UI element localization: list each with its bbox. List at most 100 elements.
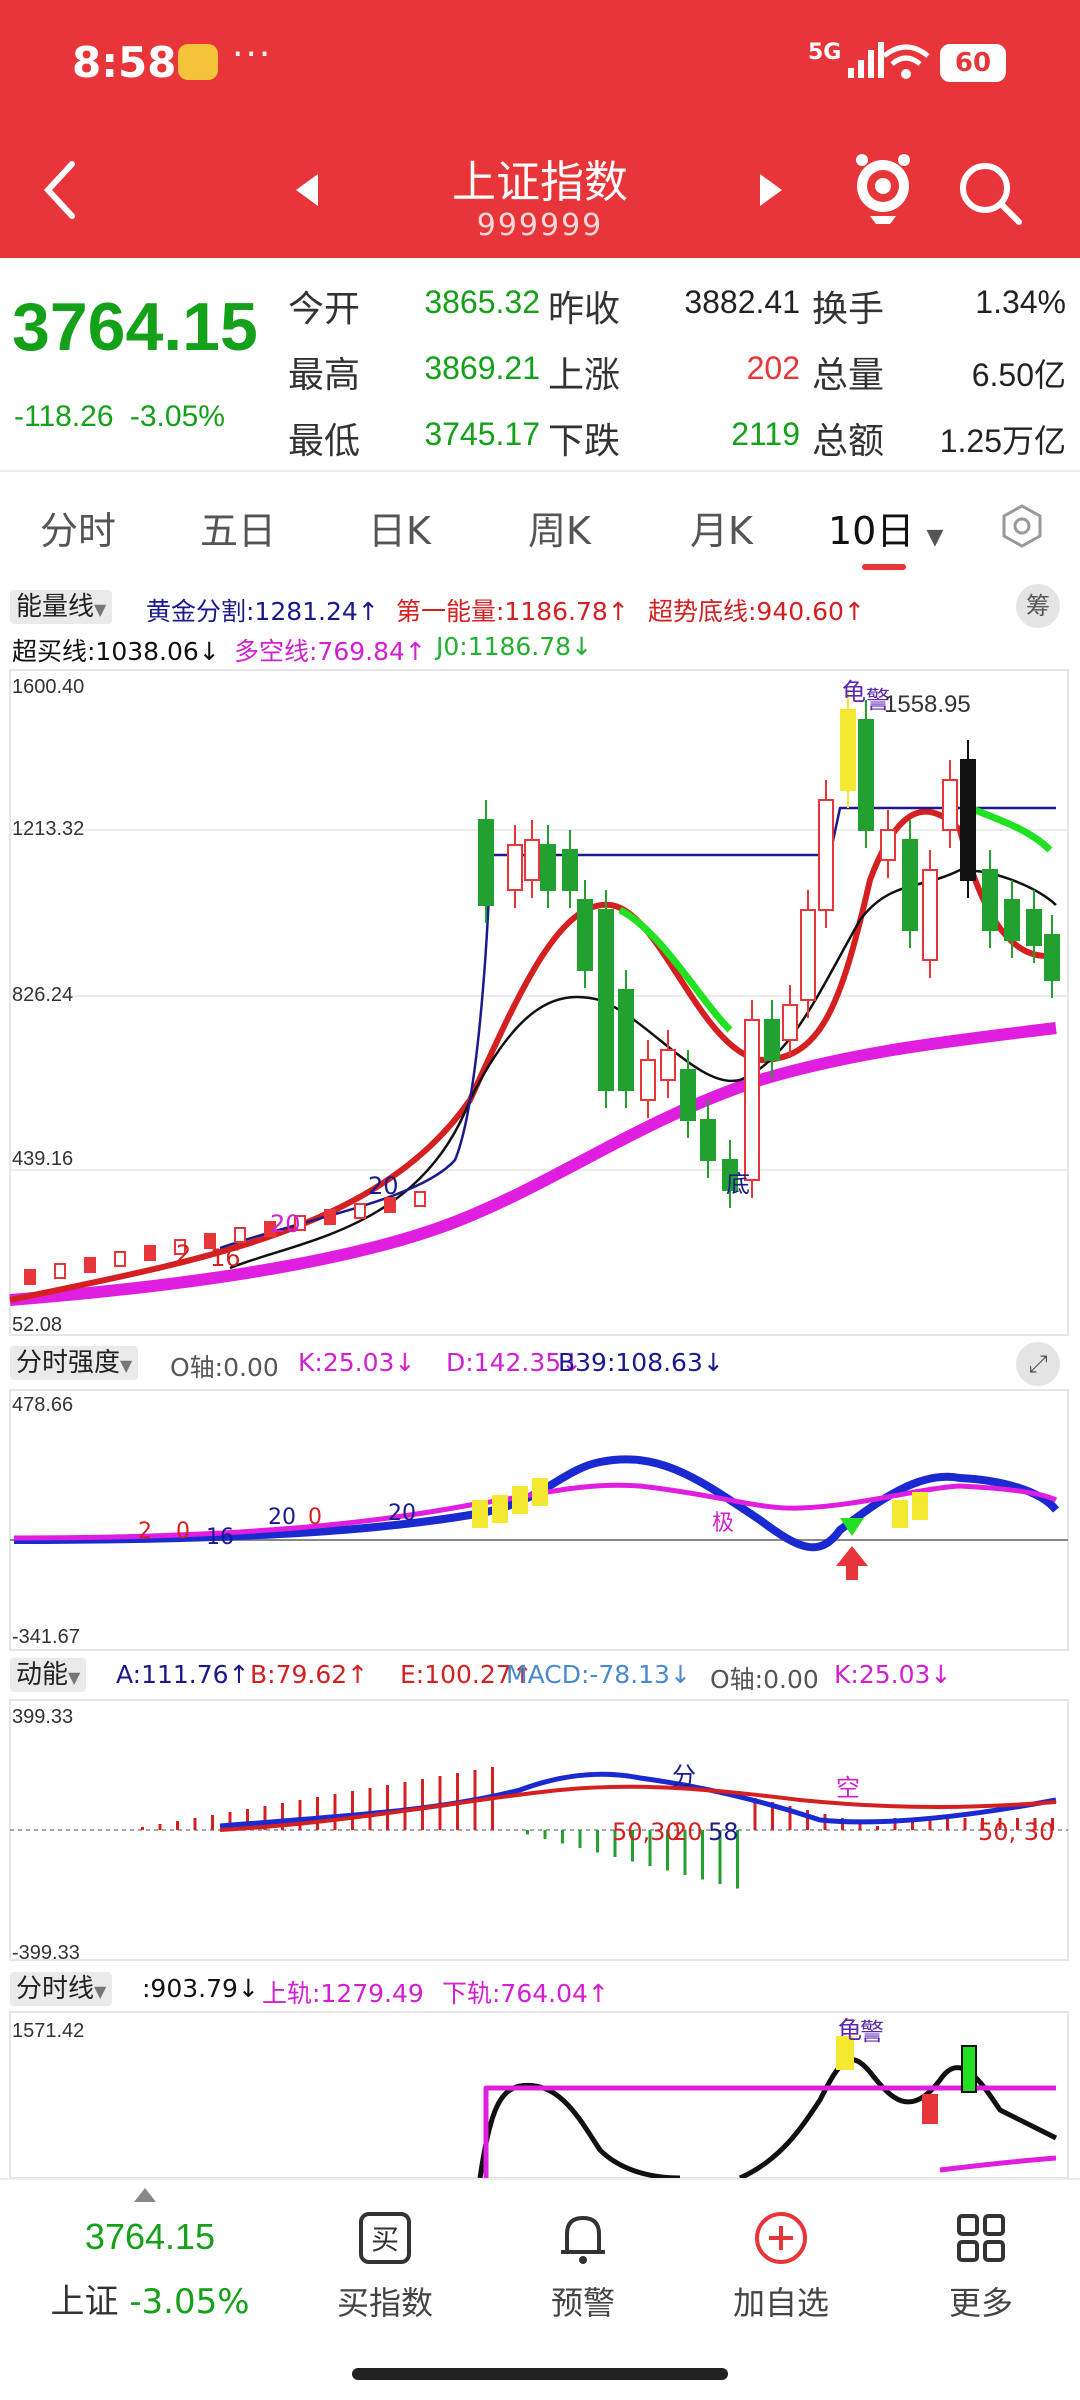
chip-distribution-button[interactable]: 筹 <box>1016 584 1060 628</box>
candle-body <box>618 989 634 1091</box>
candle-body <box>577 899 593 971</box>
buy-icon: 买 <box>359 2212 411 2264</box>
strength-annotation: 0 <box>176 1519 190 1544</box>
panel-frame <box>9 1389 1069 1651</box>
chart-annotation: 20 <box>368 1172 399 1200</box>
strength-bar <box>912 1492 928 1520</box>
strength-annotation: 2 <box>138 1519 152 1544</box>
momentum-annotation: 20 <box>672 1818 703 1846</box>
indicator-value: K:25.03↓ <box>834 1660 952 1689</box>
candle-body <box>562 849 578 891</box>
caret-up-icon[interactable] <box>134 2188 156 2202</box>
search-icon[interactable] <box>955 158 1025 228</box>
momentum-annotation: 50, 30 <box>978 1818 1054 1846</box>
app-header: 8:58 ··· 5G 60 上证指数 999999 <box>0 0 1080 258</box>
momentum-indicator-name: 动能 <box>16 1660 69 1690</box>
intraday-indicator-name: 分时线 <box>16 1974 95 2004</box>
candle-body <box>384 1197 396 1213</box>
candle-body <box>858 719 874 831</box>
next-index-icon[interactable] <box>756 172 786 208</box>
toolbar-price[interactable]: 3764.15 <box>60 2216 240 2258</box>
buy-icon-glyph: 买 <box>371 2223 399 2256</box>
momentum-annotation: 分 <box>672 1762 696 1790</box>
indicator-value: B:79.62↑ <box>250 1660 369 1689</box>
quote-label: 下跌 <box>548 421 621 462</box>
candle-body <box>942 779 958 831</box>
momentum-indicator-selector[interactable]: 动能▼ <box>10 1658 87 1692</box>
buy-signal-arrow-icon <box>836 1546 868 1580</box>
candle-body <box>818 799 834 911</box>
quote-value: 3865.32 <box>424 284 540 320</box>
indicator-value: :903.79↓ <box>142 1974 259 2003</box>
tab-weekly-k[interactable]: 周K <box>528 500 591 555</box>
intraday-indicator-selector[interactable]: 分时线▼ <box>10 1972 113 2006</box>
buy-index-button[interactable]: 买 买指数 <box>310 2200 460 2350</box>
chevron-down-icon: ▼ <box>926 525 944 550</box>
energy-axis-bottom: 52.08 <box>12 1314 63 1336</box>
quote-label: 总量 <box>812 355 885 396</box>
candle-body <box>880 829 896 861</box>
bottom-toolbar: 3764.15 上证 -3.05% 买 买指数 预警 加自选 更多 <box>0 2178 1080 2400</box>
tab-intraday[interactable]: 分时 <box>40 500 116 555</box>
chart-annotation: 20 <box>270 1210 301 1238</box>
candle-body <box>640 1059 656 1101</box>
indicator-value: O轴:0.00 <box>170 1353 279 1382</box>
candle-body <box>478 819 494 906</box>
panel-frame <box>9 669 1069 1336</box>
battery-indicator: 60 <box>940 44 1006 82</box>
indicator-value: 第一能量:1186.78↑ <box>396 597 629 626</box>
intraday-lower-band <box>939 2155 1057 2173</box>
tab-five-day[interactable]: 五日 <box>200 500 276 555</box>
candle-body <box>660 1049 676 1081</box>
strength-annotation: 0 <box>308 1505 322 1530</box>
momentum-annotation: 50,30 <box>612 1818 681 1846</box>
chart-annotation: 龟 <box>842 678 866 706</box>
more-grid-icon <box>957 2214 1005 2262</box>
strength-bar <box>512 1486 528 1514</box>
index-code: 999999 <box>476 208 604 243</box>
prev-index-icon[interactable] <box>292 172 322 208</box>
quote-label: 换手 <box>812 289 885 330</box>
chart-annotation: 底 <box>726 1170 750 1198</box>
momentum-annotation: 58 <box>708 1818 739 1846</box>
multi-short-line <box>9 1022 1057 1306</box>
quote-label: 今开 <box>288 289 361 330</box>
kline-chart[interactable]: 龟警底20202 161558.952 0 1620 0 20 极分 空50,3020 58 50… <box>0 580 1080 2180</box>
intraday-annotation: 龟 <box>838 2016 862 2044</box>
toolbar-index-name: 上证 <box>50 2282 119 2322</box>
candle-body <box>902 839 918 931</box>
indicator-value: B39:108.63↓ <box>558 1348 724 1377</box>
add-watchlist-button[interactable]: 加自选 <box>706 2200 856 2350</box>
home-indicator[interactable] <box>352 2368 728 2380</box>
back-icon[interactable] <box>30 150 90 230</box>
candle-body <box>764 1019 780 1061</box>
quote-value: 202 <box>746 350 800 386</box>
quote-value: 3882.41 <box>684 284 800 320</box>
settings-hex-icon[interactable] <box>998 502 1046 550</box>
candle-body <box>54 1263 66 1279</box>
panel-frame <box>9 2011 1069 2179</box>
tab-ten-day[interactable]: 10日 ▼ <box>828 500 943 555</box>
assistant-bot-icon[interactable] <box>850 150 916 226</box>
intraday-price-line <box>477 2082 681 2180</box>
energy-axis-4: 439.16 <box>12 1148 74 1170</box>
intraday-marker <box>922 2094 938 2124</box>
toolbar-index-change[interactable]: 上证 -3.05% <box>40 2274 260 2323</box>
strength-bar <box>472 1500 488 1528</box>
candle-body <box>744 1019 760 1181</box>
candle-body <box>800 909 816 1001</box>
strength-indicator-name: 分时强度 <box>16 1348 121 1378</box>
candle-body <box>1004 899 1020 941</box>
alert-button[interactable]: 预警 <box>508 2200 658 2350</box>
indicator-value: 黄金分割:1281.24↑ <box>146 597 379 626</box>
page-title: 上证指数 <box>452 157 628 208</box>
indicator-value: 上轨:1279.49 <box>262 1979 424 2008</box>
tab-daily-k[interactable]: 日K <box>368 500 431 555</box>
energy-indicator-selector[interactable]: 能量线▼ <box>10 590 113 624</box>
expand-icon[interactable]: ⤢ <box>1016 1342 1060 1386</box>
indicator-value: O轴:0.00 <box>710 1665 819 1694</box>
candle-body <box>84 1257 96 1273</box>
tab-monthly-k[interactable]: 月K <box>690 500 753 555</box>
strength-indicator-selector[interactable]: 分时强度▼ <box>10 1346 139 1380</box>
more-button[interactable]: 更多 <box>906 2200 1056 2350</box>
